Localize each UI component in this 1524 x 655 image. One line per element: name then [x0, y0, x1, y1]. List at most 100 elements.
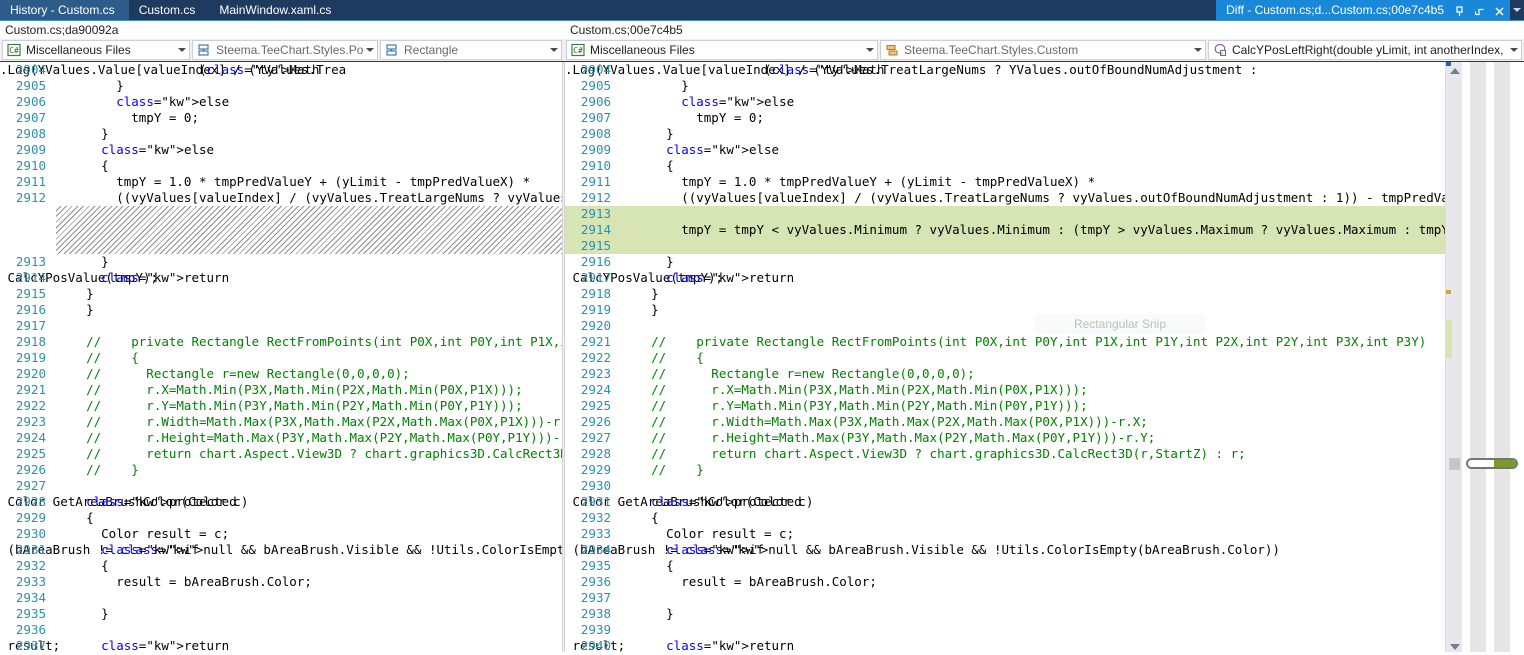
line-text: class="kw">else — [666, 142, 780, 157]
code-line[interactable]: 2927 // r.Height=Math.Max(P3Y,Math.Max(P… — [565, 430, 1445, 446]
close-icon[interactable] — [1493, 4, 1506, 17]
code-line[interactable]: 2906 class="kw">else — [565, 94, 1445, 110]
chevron-down-icon[interactable] — [1510, 0, 1524, 20]
code-line[interactable]: 2909 class="kw">else — [0, 142, 562, 158]
code-line[interactable]: 2917 class="kw">return CalcYPosValue(tmp… — [565, 270, 1445, 286]
code-line[interactable]: 2939 — [565, 622, 1445, 638]
code-line[interactable]: 2925 // r.Y=Math.Min(P3Y,Math.Min(P2Y,Ma… — [565, 398, 1445, 414]
code-line[interactable]: 2921 // private Rectangle RectFromPoints… — [565, 334, 1445, 350]
chevron-down-icon[interactable] — [363, 41, 377, 59]
code-line[interactable]: 2913 } — [0, 254, 562, 270]
left-type-combo[interactable]: Steema.TeeChart.Styles.Poin — [192, 40, 378, 60]
code-line[interactable]: 2912 ((vyValues[valueIndex] / (vyValues.… — [565, 190, 1445, 206]
right-project-combo[interactable]: C# Miscellaneous Files — [566, 40, 878, 60]
code-line[interactable]: 2920 — [565, 318, 1445, 334]
chevron-down-icon[interactable] — [863, 41, 877, 59]
code-line[interactable]: 2934 — [0, 590, 562, 606]
overview-margin[interactable] — [1462, 62, 1524, 655]
code-line[interactable]: 2935 { — [565, 558, 1445, 574]
code-line[interactable]: 2922 // { — [565, 350, 1445, 366]
code-line[interactable]: 2905 } — [565, 78, 1445, 94]
code-line[interactable]: 2928 class="kw">protected Color GetAreaB… — [0, 494, 562, 510]
tab-history-custom-cs[interactable]: History - Custom.cs — [0, 0, 129, 20]
code-line[interactable]: 2924 // r.X=Math.Min(P3X,Math.Min(P2X,Ma… — [565, 382, 1445, 398]
code-line[interactable]: 2931 class="kw">if (bAreaBrush != class=… — [0, 542, 562, 558]
vertical-scroll-thumb[interactable] — [1449, 458, 1460, 470]
code-line[interactable]: 2936 — [0, 622, 562, 638]
code-line[interactable]: 2929 { — [0, 510, 562, 526]
tab-mainwindow-xaml-cs[interactable]: MainWindow.xaml.cs — [209, 0, 345, 20]
chevron-down-icon[interactable] — [547, 41, 561, 59]
code-line[interactable]: 2915 } — [0, 286, 562, 302]
viewport-indicator[interactable] — [1466, 458, 1518, 469]
code-line[interactable]: 2924 // r.Height=Math.Max(P3Y,Math.Max(P… — [0, 430, 562, 446]
code-line[interactable]: 2906 class="kw">else — [0, 94, 562, 110]
code-line[interactable]: 2914 class="kw">return CalcYPosValue(tmp… — [0, 270, 562, 286]
code-line[interactable]: 2933 result = bAreaBrush.Color; — [0, 574, 562, 590]
code-line[interactable]: 2926 // } — [0, 462, 562, 478]
left-project-combo[interactable]: C# Miscellaneous Files — [2, 40, 190, 60]
code-line[interactable]: 2911 tmpY = 1.0 * tmpPredValueY + (yLimi… — [565, 174, 1445, 190]
right-code-area[interactable]: 2904 (class="ty">Math .Log(YValues.Value[… — [565, 62, 1445, 655]
code-line[interactable]: 2909 class="kw">else — [565, 142, 1445, 158]
code-line[interactable]: 2910 { — [565, 158, 1445, 174]
left-member-combo[interactable]: Rectangle — [380, 40, 562, 60]
code-line[interactable]: 2911 tmpY = 1.0 * tmpPredValueY + (yLimi… — [0, 174, 562, 190]
code-line[interactable]: 2928 // return chart.Aspect.View3D ? cha… — [565, 446, 1445, 462]
chevron-down-icon[interactable] — [1191, 41, 1205, 59]
vertical-scrollbar[interactable] — [1445, 62, 1463, 655]
code-line[interactable]: 2930 — [565, 478, 1445, 494]
code-line[interactable]: 2908 } — [0, 126, 562, 142]
right-member-combo[interactable]: CalcYPosLeftRight(double yLimit, int ano… — [1208, 40, 1522, 60]
code-line[interactable]: 2930 Color result = c; — [0, 526, 562, 542]
code-line[interactable]: 2910 { — [0, 158, 562, 174]
left-code-area[interactable]: 2904 (class="ty">Math .Log(YValues.Value[… — [0, 62, 562, 655]
code-line[interactable]: 2916 } — [565, 254, 1445, 270]
code-line[interactable]: 2932 { — [565, 510, 1445, 526]
code-line[interactable]: 2917 — [0, 318, 562, 334]
code-line[interactable]: 2923 // Rectangle r=new Rectangle(0,0,0,… — [565, 366, 1445, 382]
code-line[interactable]: 2904 (class="ty">Math .Log(YValues.Value[… — [565, 62, 1445, 78]
line-number: 2930 — [15, 526, 46, 541]
tab-custom-cs[interactable]: Custom.cs — [129, 0, 210, 20]
code-line[interactable]: 2907 tmpY = 0; — [565, 110, 1445, 126]
code-line[interactable]: 2913 — [565, 206, 1445, 222]
code-line[interactable]: 2914 tmpY = tmpY < vyValues.Minimum ? vy… — [565, 222, 1445, 238]
right-type-combo[interactable]: Steema.TeeChart.Styles.Custom — [880, 40, 1206, 60]
left-diff-pane[interactable]: 2904 (class="ty">Math .Log(YValues.Value[… — [0, 62, 562, 655]
code-line[interactable]: 2927 — [0, 478, 562, 494]
code-line[interactable]: 2919 // { — [0, 350, 562, 366]
code-line[interactable]: 2922 // r.Y=Math.Min(P3Y,Math.Min(P2Y,Ma… — [0, 398, 562, 414]
code-line[interactable]: 2931 class="kw">protected Color GetAreaB… — [565, 494, 1445, 510]
code-line[interactable]: 2932 { — [0, 558, 562, 574]
tab-label: Diff - Custom.cs;d...Custom.cs;00e7c4b5 — [1226, 3, 1444, 17]
code-line[interactable]: 2929 // } — [565, 462, 1445, 478]
code-line[interactable]: 2935 } — [0, 606, 562, 622]
code-line[interactable]: 2937 — [565, 590, 1445, 606]
code-line[interactable]: 2921 // r.X=Math.Min(P3X,Math.Min(P2X,Ma… — [0, 382, 562, 398]
chevron-down-icon[interactable] — [1507, 41, 1521, 59]
code-line[interactable]: 2905 } — [0, 78, 562, 94]
chevron-down-icon[interactable] — [175, 41, 189, 59]
code-line[interactable]: 2919 } — [565, 302, 1445, 318]
right-diff-pane[interactable]: 2904 (class="ty">Math .Log(YValues.Value[… — [565, 62, 1445, 655]
code-line[interactable]: 2920 // Rectangle r=new Rectangle(0,0,0,… — [0, 366, 562, 382]
code-line[interactable]: 2934 class="kw">if (bAreaBrush != class=… — [565, 542, 1445, 558]
code-line[interactable]: 2923 // r.Width=Math.Max(P3X,Math.Max(P2… — [0, 414, 562, 430]
code-line[interactable]: 2916 } — [0, 302, 562, 318]
code-line[interactable]: 2938 } — [565, 606, 1445, 622]
pin-icon[interactable] — [1453, 4, 1466, 17]
restore-window-icon[interactable] — [1473, 4, 1486, 17]
code-line[interactable]: 2926 // r.Width=Math.Max(P3X,Math.Max(P2… — [565, 414, 1445, 430]
tab-diff-active[interactable]: Diff - Custom.cs;d...Custom.cs;00e7c4b5 — [1216, 0, 1510, 20]
code-line[interactable]: 2918 // private Rectangle RectFromPoints… — [0, 334, 562, 350]
code-line[interactable]: 2936 result = bAreaBrush.Color; — [565, 574, 1445, 590]
code-line[interactable]: 2933 Color result = c; — [565, 526, 1445, 542]
code-line[interactable]: 2925 // return chart.Aspect.View3D ? cha… — [0, 446, 562, 462]
code-line[interactable]: 2907 tmpY = 0; — [0, 110, 562, 126]
code-line[interactable]: 2904 (class="ty">Math .Log(YValues.Value[… — [0, 62, 562, 78]
code-line[interactable]: 2908 } — [565, 126, 1445, 142]
code-line[interactable]: 2918 } — [565, 286, 1445, 302]
code-line[interactable]: 2912 ((vyValues[valueIndex] / (vyValues.… — [0, 190, 562, 206]
code-line[interactable]: 2915 — [565, 238, 1445, 254]
